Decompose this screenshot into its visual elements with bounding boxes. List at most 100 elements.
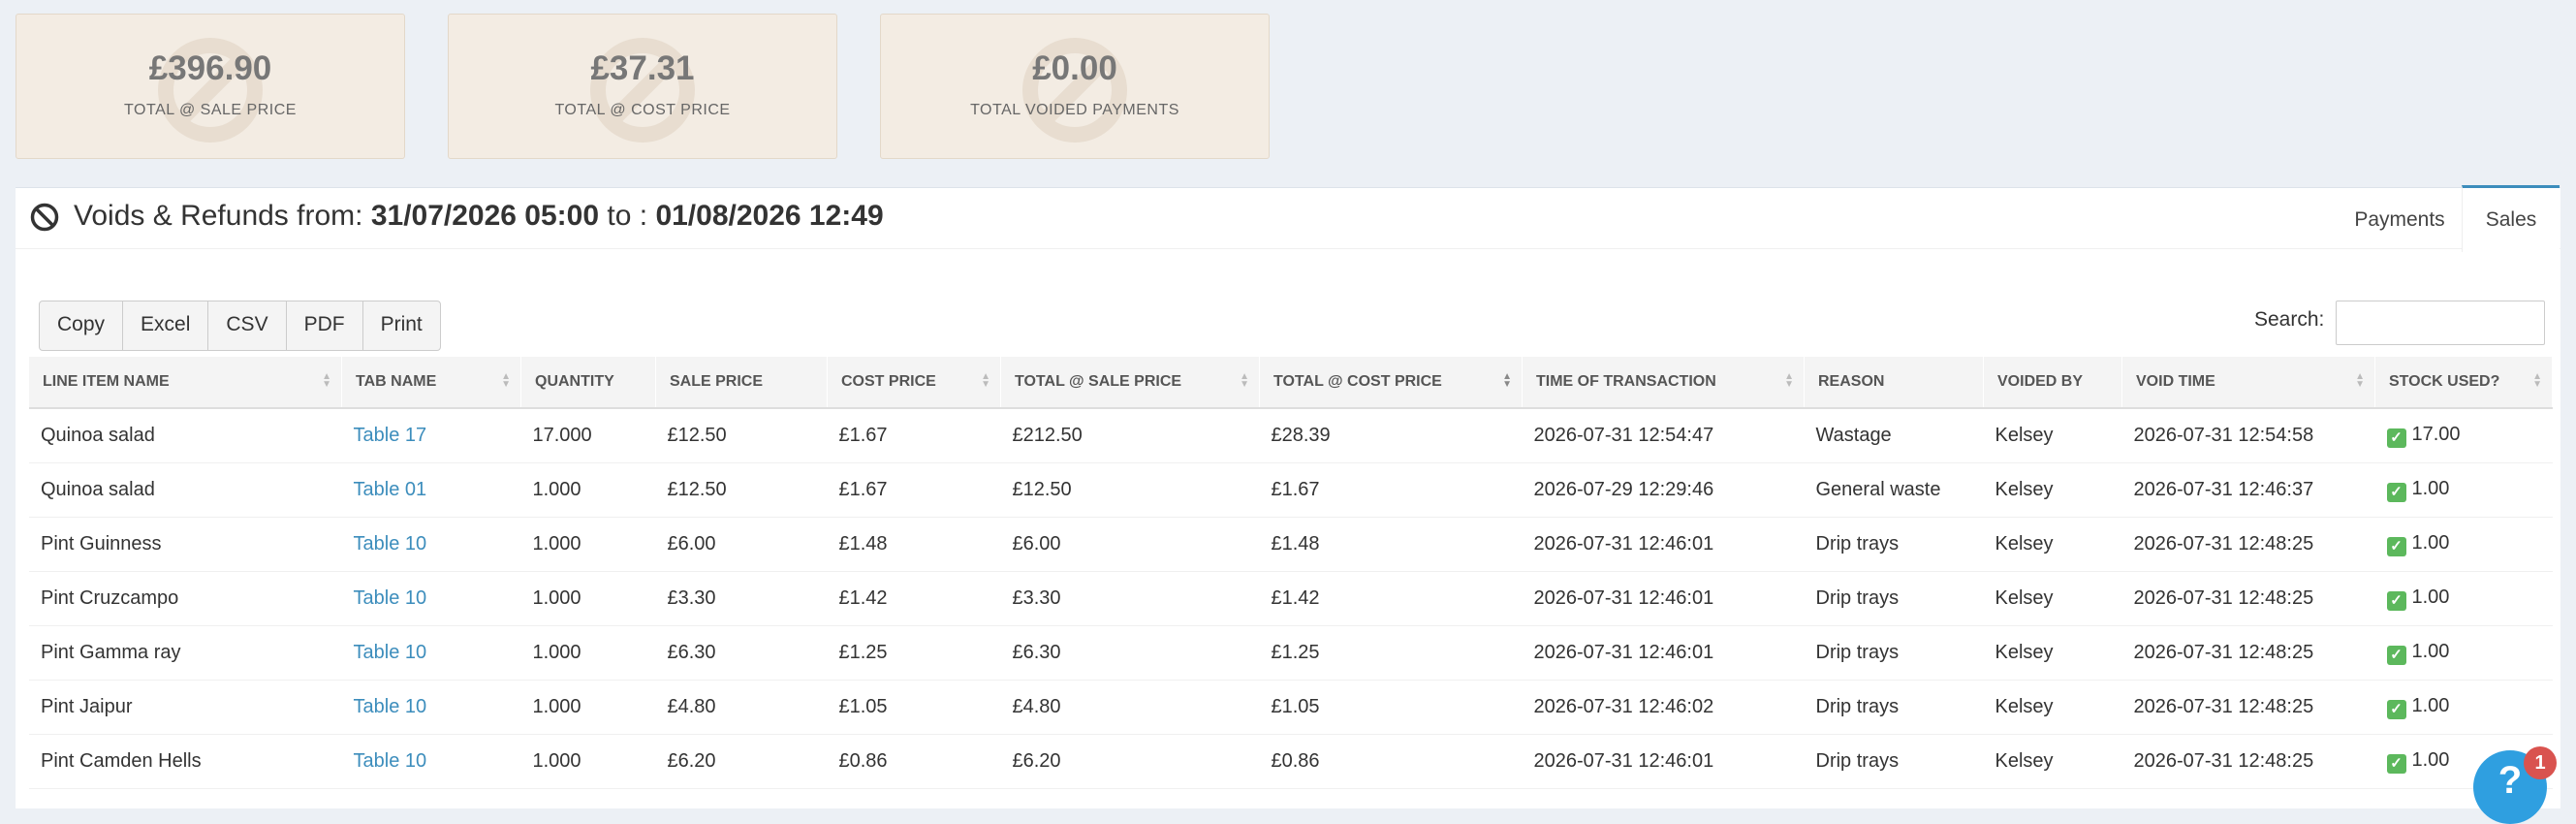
column-header-sale-price[interactable]: SALE PRICE — [655, 357, 828, 409]
cell-void-time: 2026-07-31 12:48:25 — [2121, 571, 2375, 626]
table-row: Quinoa salad Table 01 1.000 £12.50 £1.67… — [29, 462, 2553, 518]
cell-total-sale-price: £4.80 — [1000, 680, 1260, 735]
stat-box-cost-total: £37.31 TOTAL @ COST PRICE — [448, 14, 837, 159]
copy-button[interactable]: Copy — [40, 301, 124, 350]
stock-used-value: 1.00 — [2411, 641, 2450, 662]
column-header-total-cost-price[interactable]: TOTAL @ COST PRICE ▲ ▼ — [1259, 357, 1523, 409]
cell-total-cost-price: £28.39 — [1259, 408, 1523, 463]
voids-table: LINE ITEM NAME ▲ ▼ TAB NAME ▲ ▼ QUANTITY SAL… — [29, 357, 2553, 789]
stock-used-value: 1.00 — [2411, 478, 2450, 499]
sort-icon: ▲ ▼ — [2532, 371, 2542, 390]
cell-reason: Drip trays — [1804, 680, 1984, 735]
cell-void-time: 2026-07-31 12:48:25 — [2121, 517, 2375, 572]
column-header-stock-used[interactable]: STOCK USED? ▲ ▼ — [2374, 357, 2553, 409]
cell-line-item-name: Pint Guinness — [29, 517, 342, 572]
column-header-line-item-name[interactable]: LINE ITEM NAME ▲ ▼ — [29, 357, 342, 409]
table-row: Quinoa salad Table 17 17.000 £12.50 £1.6… — [29, 408, 2553, 463]
check-icon: ✓ — [2386, 483, 2406, 502]
tab-sales[interactable]: Sales — [2462, 185, 2560, 252]
sort-icon: ▲ ▼ — [1240, 371, 1249, 390]
cell-tab-name-link[interactable]: Table 10 — [341, 734, 521, 789]
cell-quantity: 17.000 — [520, 408, 656, 463]
stock-used-value: 1.00 — [2411, 586, 2450, 608]
column-header-reason[interactable]: REASON — [1804, 357, 1984, 409]
cell-time-of-transaction: 2026-07-31 12:46:01 — [1522, 571, 1805, 626]
cell-tab-name-link[interactable]: Table 10 — [341, 680, 521, 735]
cell-total-sale-price: £6.00 — [1000, 517, 1260, 572]
sort-icon: ▲ ▼ — [322, 371, 331, 390]
voids-panel: Voids & Refunds from: 31/07/2026 05:00 t… — [16, 185, 2560, 808]
cell-sale-price: £6.00 — [655, 517, 828, 572]
cell-voided-by: Kelsey — [1983, 680, 2122, 735]
cell-cost-price: £1.48 — [827, 517, 1001, 572]
cell-void-time: 2026-07-31 12:46:37 — [2121, 462, 2375, 518]
cell-cost-price: £1.25 — [827, 625, 1001, 681]
check-icon: ✓ — [2386, 646, 2406, 665]
search-input[interactable] — [2336, 301, 2545, 345]
cell-quantity: 1.000 — [520, 571, 656, 626]
cell-tab-name-link[interactable]: Table 10 — [341, 517, 521, 572]
stock-used-value: 17.00 — [2411, 424, 2461, 445]
cell-sale-price: £6.20 — [655, 734, 828, 789]
cell-total-cost-price: £1.25 — [1259, 625, 1523, 681]
cell-tab-name-link[interactable]: Table 01 — [341, 462, 521, 518]
column-header-voided-by[interactable]: VOIDED BY — [1983, 357, 2122, 409]
export-buttons: Copy Excel CSV PDF Print — [39, 301, 441, 351]
cell-time-of-transaction: 2026-07-31 12:46:01 — [1522, 625, 1805, 681]
tab-payments[interactable]: Payments — [2338, 188, 2462, 252]
cell-void-time: 2026-07-31 12:48:25 — [2121, 680, 2375, 735]
cell-line-item-name: Pint Camden Hells — [29, 734, 342, 789]
cell-cost-price: £1.67 — [827, 408, 1001, 463]
column-header-tab-name[interactable]: TAB NAME ▲ ▼ — [341, 357, 521, 409]
cell-stock-used: ✓ 1.00 — [2374, 571, 2553, 626]
cell-sale-price: £12.50 — [655, 462, 828, 518]
cell-voided-by: Kelsey — [1983, 734, 2122, 789]
column-header-quantity[interactable]: QUANTITY — [520, 357, 656, 409]
cell-total-cost-price: £1.48 — [1259, 517, 1523, 572]
cell-reason: General waste — [1804, 462, 1984, 518]
check-icon: ✓ — [2386, 591, 2406, 611]
cell-total-sale-price: £6.30 — [1000, 625, 1260, 681]
sort-icon: ▲ ▼ — [501, 371, 511, 390]
column-header-cost-price[interactable]: COST PRICE ▲ ▼ — [827, 357, 1001, 409]
csv-button[interactable]: CSV — [208, 301, 287, 350]
sort-desc-icon: ▲ ▼ — [1502, 371, 1512, 390]
cell-time-of-transaction: 2026-07-31 12:54:47 — [1522, 408, 1805, 463]
cell-line-item-name: Pint Jaipur — [29, 680, 342, 735]
title-prefix: Voids & Refunds from: — [74, 200, 363, 232]
date-from: 31/07/2026 05:00 — [370, 200, 600, 232]
cell-cost-price: £1.42 — [827, 571, 1001, 626]
cell-total-sale-price: £6.20 — [1000, 734, 1260, 789]
title-to-label: to : — [607, 200, 648, 232]
print-button[interactable]: Print — [363, 301, 440, 350]
stat-box-sale-total: £396.90 TOTAL @ SALE PRICE — [16, 14, 405, 159]
cell-voided-by: Kelsey — [1983, 408, 2122, 463]
cell-stock-used: ✓ 17.00 — [2374, 408, 2553, 463]
column-header-total-sale-price[interactable]: TOTAL @ SALE PRICE ▲ ▼ — [1000, 357, 1260, 409]
cell-stock-used: ✓ 1.00 — [2374, 625, 2553, 681]
cell-voided-by: Kelsey — [1983, 625, 2122, 681]
stock-used-value: 1.00 — [2411, 695, 2450, 716]
cell-tab-name-link[interactable]: Table 10 — [341, 625, 521, 681]
cell-stock-used: ✓ 1.00 — [2374, 680, 2553, 735]
cell-cost-price: £1.67 — [827, 462, 1001, 518]
cell-cost-price: £0.86 — [827, 734, 1001, 789]
column-header-void-time[interactable]: VOID TIME ▲ ▼ — [2121, 357, 2375, 409]
cell-tab-name-link[interactable]: Table 10 — [341, 571, 521, 626]
cell-void-time: 2026-07-31 12:54:58 — [2121, 408, 2375, 463]
column-header-time-of-transaction[interactable]: TIME OF TRANSACTION ▲ ▼ — [1522, 357, 1805, 409]
cell-total-cost-price: £1.67 — [1259, 462, 1523, 518]
cell-reason: Drip trays — [1804, 734, 1984, 789]
cell-time-of-transaction: 2026-07-31 12:46:02 — [1522, 680, 1805, 735]
cell-total-cost-price: £1.05 — [1259, 680, 1523, 735]
cell-reason: Drip trays — [1804, 571, 1984, 626]
cell-sale-price: £4.80 — [655, 680, 828, 735]
stat-box-voided-payments: £0.00 TOTAL VOIDED PAYMENTS — [880, 14, 1270, 159]
sort-icon: ▲ ▼ — [1784, 371, 1794, 390]
table-row: Pint Gamma ray Table 10 1.000 £6.30 £1.2… — [29, 625, 2553, 681]
search-label: Search: — [2254, 308, 2325, 331]
excel-button[interactable]: Excel — [123, 301, 209, 350]
cell-tab-name-link[interactable]: Table 17 — [341, 408, 521, 463]
pdf-button[interactable]: PDF — [287, 301, 363, 350]
cell-void-time: 2026-07-31 12:48:25 — [2121, 625, 2375, 681]
